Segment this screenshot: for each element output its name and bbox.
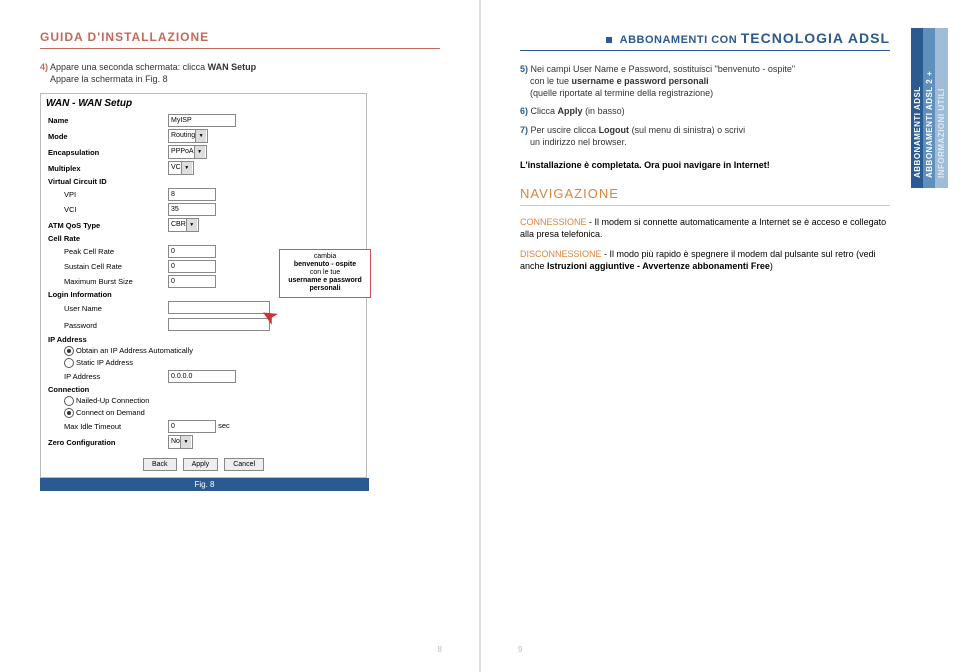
lbl-nailed: Nailed-Up Connection — [76, 396, 149, 405]
page-number-left: 8 — [438, 645, 442, 654]
right-header-big: TECNOLOGIA ADSL — [741, 30, 890, 46]
input-vpi[interactable]: 8 — [168, 188, 216, 201]
lbl-demand: Connect on Demand — [76, 408, 145, 417]
input-user[interactable] — [168, 301, 270, 314]
step7-number: 7) — [520, 125, 528, 135]
disconnessione-label: DISCONNESSIONE — [520, 249, 602, 259]
lbl-mode: Mode — [46, 128, 166, 144]
lbl-user: User Name — [46, 300, 166, 317]
step-5: 5) Nei campi User Name e Password, sosti… — [520, 63, 890, 99]
step5-l1: Nei campi User Name e Password, sostitui… — [531, 64, 796, 74]
step5-l3: (quelle riportate al termine della regis… — [530, 88, 713, 98]
step5-number: 5) — [520, 64, 528, 74]
lbl-vpi: VPI — [46, 187, 166, 202]
radio-nailed[interactable] — [64, 396, 74, 406]
lbl-sustain: Sustain Cell Rate — [46, 259, 166, 274]
step7-a: Per uscire clicca — [531, 125, 599, 135]
step5-l2a: con le tue — [530, 76, 572, 86]
right-header-pre: ABBONAMENTI CON — [620, 34, 741, 46]
lbl-peak: Peak Cell Rate — [46, 244, 166, 259]
lbl-idle: Max Idle Timeout — [46, 419, 166, 434]
cancel-button[interactable]: Cancel — [224, 458, 264, 471]
input-peak[interactable]: 0 — [168, 245, 216, 258]
tab-info[interactable]: INFORMAZIONI UTILI — [935, 28, 948, 188]
input-pass[interactable] — [168, 318, 270, 331]
callout-box: cambiabenvenuto - ospitecon le tueuserna… — [279, 249, 371, 297]
select-mode[interactable]: Routing — [168, 129, 208, 143]
wan-setup-screenshot: WAN - WAN Setup Name MyISP Mode Routing … — [40, 93, 367, 478]
lbl-conn: Connection — [46, 384, 361, 395]
step-6: 6) Clicca Apply (in basso) — [520, 105, 890, 117]
side-tabs: ABBONAMENTI ADSL ABBONAMENTI ADSL 2 + IN… — [908, 0, 960, 672]
step4-bold: WAN Setup — [208, 62, 257, 72]
two-page-spread: GUIDA D'INSTALLAZIONE 4) Appare una seco… — [0, 0, 960, 672]
step4-text1: Appare una seconda schermata: clicca — [50, 62, 208, 72]
install-complete: L'installazione è completata. Ora puoi n… — [520, 160, 890, 170]
radio-static[interactable] — [64, 358, 74, 368]
input-maxburst[interactable]: 0 — [168, 275, 216, 288]
select-encap[interactable]: PPPoA — [168, 145, 207, 159]
select-atm[interactable]: CBR — [168, 218, 199, 232]
step6-number: 6) — [520, 106, 528, 116]
navigation-title: NAVIGAZIONE — [520, 186, 890, 206]
disconnessione-para: DISCONNESSIONE - Il modo più rapido è sp… — [520, 248, 890, 272]
connessione-para: CONNESSIONE - Il modem si connette autom… — [520, 216, 890, 240]
lbl-atm: ATM QoS Type — [46, 217, 166, 233]
step-7: 7) Per uscire clicca Logout (sul menu di… — [520, 124, 890, 148]
wan-title: WAN - WAN Setup — [41, 94, 366, 111]
lbl-static: Static IP Address — [76, 358, 133, 367]
lbl-zero: Zero Configuration — [46, 434, 166, 450]
disconnessione-end: ) — [770, 261, 773, 271]
lbl-vcid: Virtual Circuit ID — [46, 176, 361, 187]
step-4: 4) Appare una seconda schermata: clicca … — [40, 61, 440, 85]
apply-button[interactable]: Apply — [183, 458, 219, 471]
input-ip[interactable]: 0.0.0.0 — [168, 370, 236, 383]
input-name[interactable]: MyISP — [168, 114, 236, 127]
step5-l2b: username e password personali — [572, 76, 709, 86]
step6-b: Apply — [558, 106, 583, 116]
select-zero[interactable]: No — [168, 435, 193, 449]
input-vci[interactable]: 35 — [168, 203, 216, 216]
lbl-ipaddr: IP Address — [46, 334, 361, 345]
lbl-multi: Multiplex — [46, 160, 166, 176]
disconnessione-bold: Istruzioni aggiuntive - Avvertenze abbon… — [547, 261, 770, 271]
input-idle[interactable]: 0 — [168, 420, 216, 433]
step7-c: (sul menu di sinistra) o scrivi — [629, 125, 745, 135]
step6-c: (in basso) — [583, 106, 625, 116]
radio-demand[interactable] — [64, 408, 74, 418]
lbl-pass: Password — [46, 317, 166, 334]
lbl-name: Name — [46, 113, 166, 128]
page-number-right: 9 — [518, 645, 522, 654]
step7-b: Logout — [599, 125, 630, 135]
lbl-encap: Encapsulation — [46, 144, 166, 160]
figure-caption: Fig. 8 — [40, 478, 369, 491]
input-sustain[interactable]: 0 — [168, 260, 216, 273]
lbl-ipfield: IP Address — [46, 369, 166, 384]
lbl-maxburst: Maximum Burst Size — [46, 274, 166, 289]
lbl-sec: sec — [218, 421, 230, 430]
step6-a: Clicca — [531, 106, 558, 116]
back-button[interactable]: Back — [143, 458, 177, 471]
connessione-label: CONNESSIONE — [520, 217, 587, 227]
left-header: GUIDA D'INSTALLAZIONE — [40, 30, 440, 49]
step4-text2: Appare la schermata in Fig. 8 — [50, 74, 168, 84]
lbl-obtain: Obtain an IP Address Automatically — [76, 346, 193, 355]
lbl-vci: VCI — [46, 202, 166, 217]
select-multi[interactable]: VC — [168, 161, 194, 175]
right-header: ABBONAMENTI CON TECNOLOGIA ADSL — [520, 30, 890, 51]
left-page: GUIDA D'INSTALLAZIONE 4) Appare una seco… — [0, 0, 480, 672]
right-page: ABBONAMENTI CON TECNOLOGIA ADSL 5) Nei c… — [480, 0, 960, 672]
square-icon — [606, 37, 612, 43]
radio-obtain[interactable] — [64, 346, 74, 356]
lbl-cellrate: Cell Rate — [46, 233, 361, 244]
step4-number: 4) — [40, 62, 48, 72]
step7-d: un indirizzo nel browser. — [530, 137, 627, 147]
